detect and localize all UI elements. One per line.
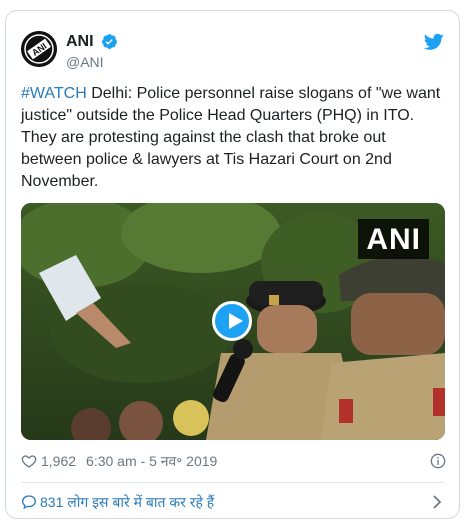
heart-icon[interactable] <box>21 453 37 469</box>
tweet-header: ANI ANI @ANI <box>21 31 444 71</box>
reply-bubble-icon <box>21 495 37 510</box>
conversation-link[interactable]: 831 लोग इस बारे में बात कर रहे हैं <box>21 489 444 515</box>
chevron-right-icon[interactable] <box>432 495 442 509</box>
like-count[interactable]: 1,962 <box>41 453 76 469</box>
verified-badge-icon <box>102 34 117 49</box>
info-icon[interactable] <box>430 453 446 469</box>
ani-watermark: ANI <box>358 219 429 259</box>
tweet-meta: 1,962 6:30 am - 5 नव॰ 2019 <box>21 451 446 471</box>
conversation-text[interactable]: 831 लोग इस बारे में बात कर रहे हैं <box>40 494 214 510</box>
play-icon <box>229 313 243 329</box>
play-button[interactable] <box>212 301 252 341</box>
avatar[interactable]: ANI <box>21 31 57 67</box>
author-handle[interactable]: @ANI <box>66 53 118 71</box>
divider <box>21 482 444 483</box>
video-thumbnail[interactable]: ANI <box>21 203 445 440</box>
author-block[interactable]: ANI @ANI <box>66 32 118 71</box>
embedded-tweet-card: ANI ANI @ANI #WATCH Delhi: Police person… <box>5 10 460 519</box>
tweet-text: #WATCH Delhi: Police personnel raise slo… <box>21 83 446 193</box>
ani-logo-icon: ANI <box>21 31 57 67</box>
tweet-timestamp[interactable]: 6:30 am - 5 नव॰ 2019 <box>86 453 217 469</box>
author-name[interactable]: ANI <box>66 32 94 51</box>
hashtag-link[interactable]: #WATCH <box>21 85 87 102</box>
twitter-bird-icon[interactable] <box>424 33 444 51</box>
